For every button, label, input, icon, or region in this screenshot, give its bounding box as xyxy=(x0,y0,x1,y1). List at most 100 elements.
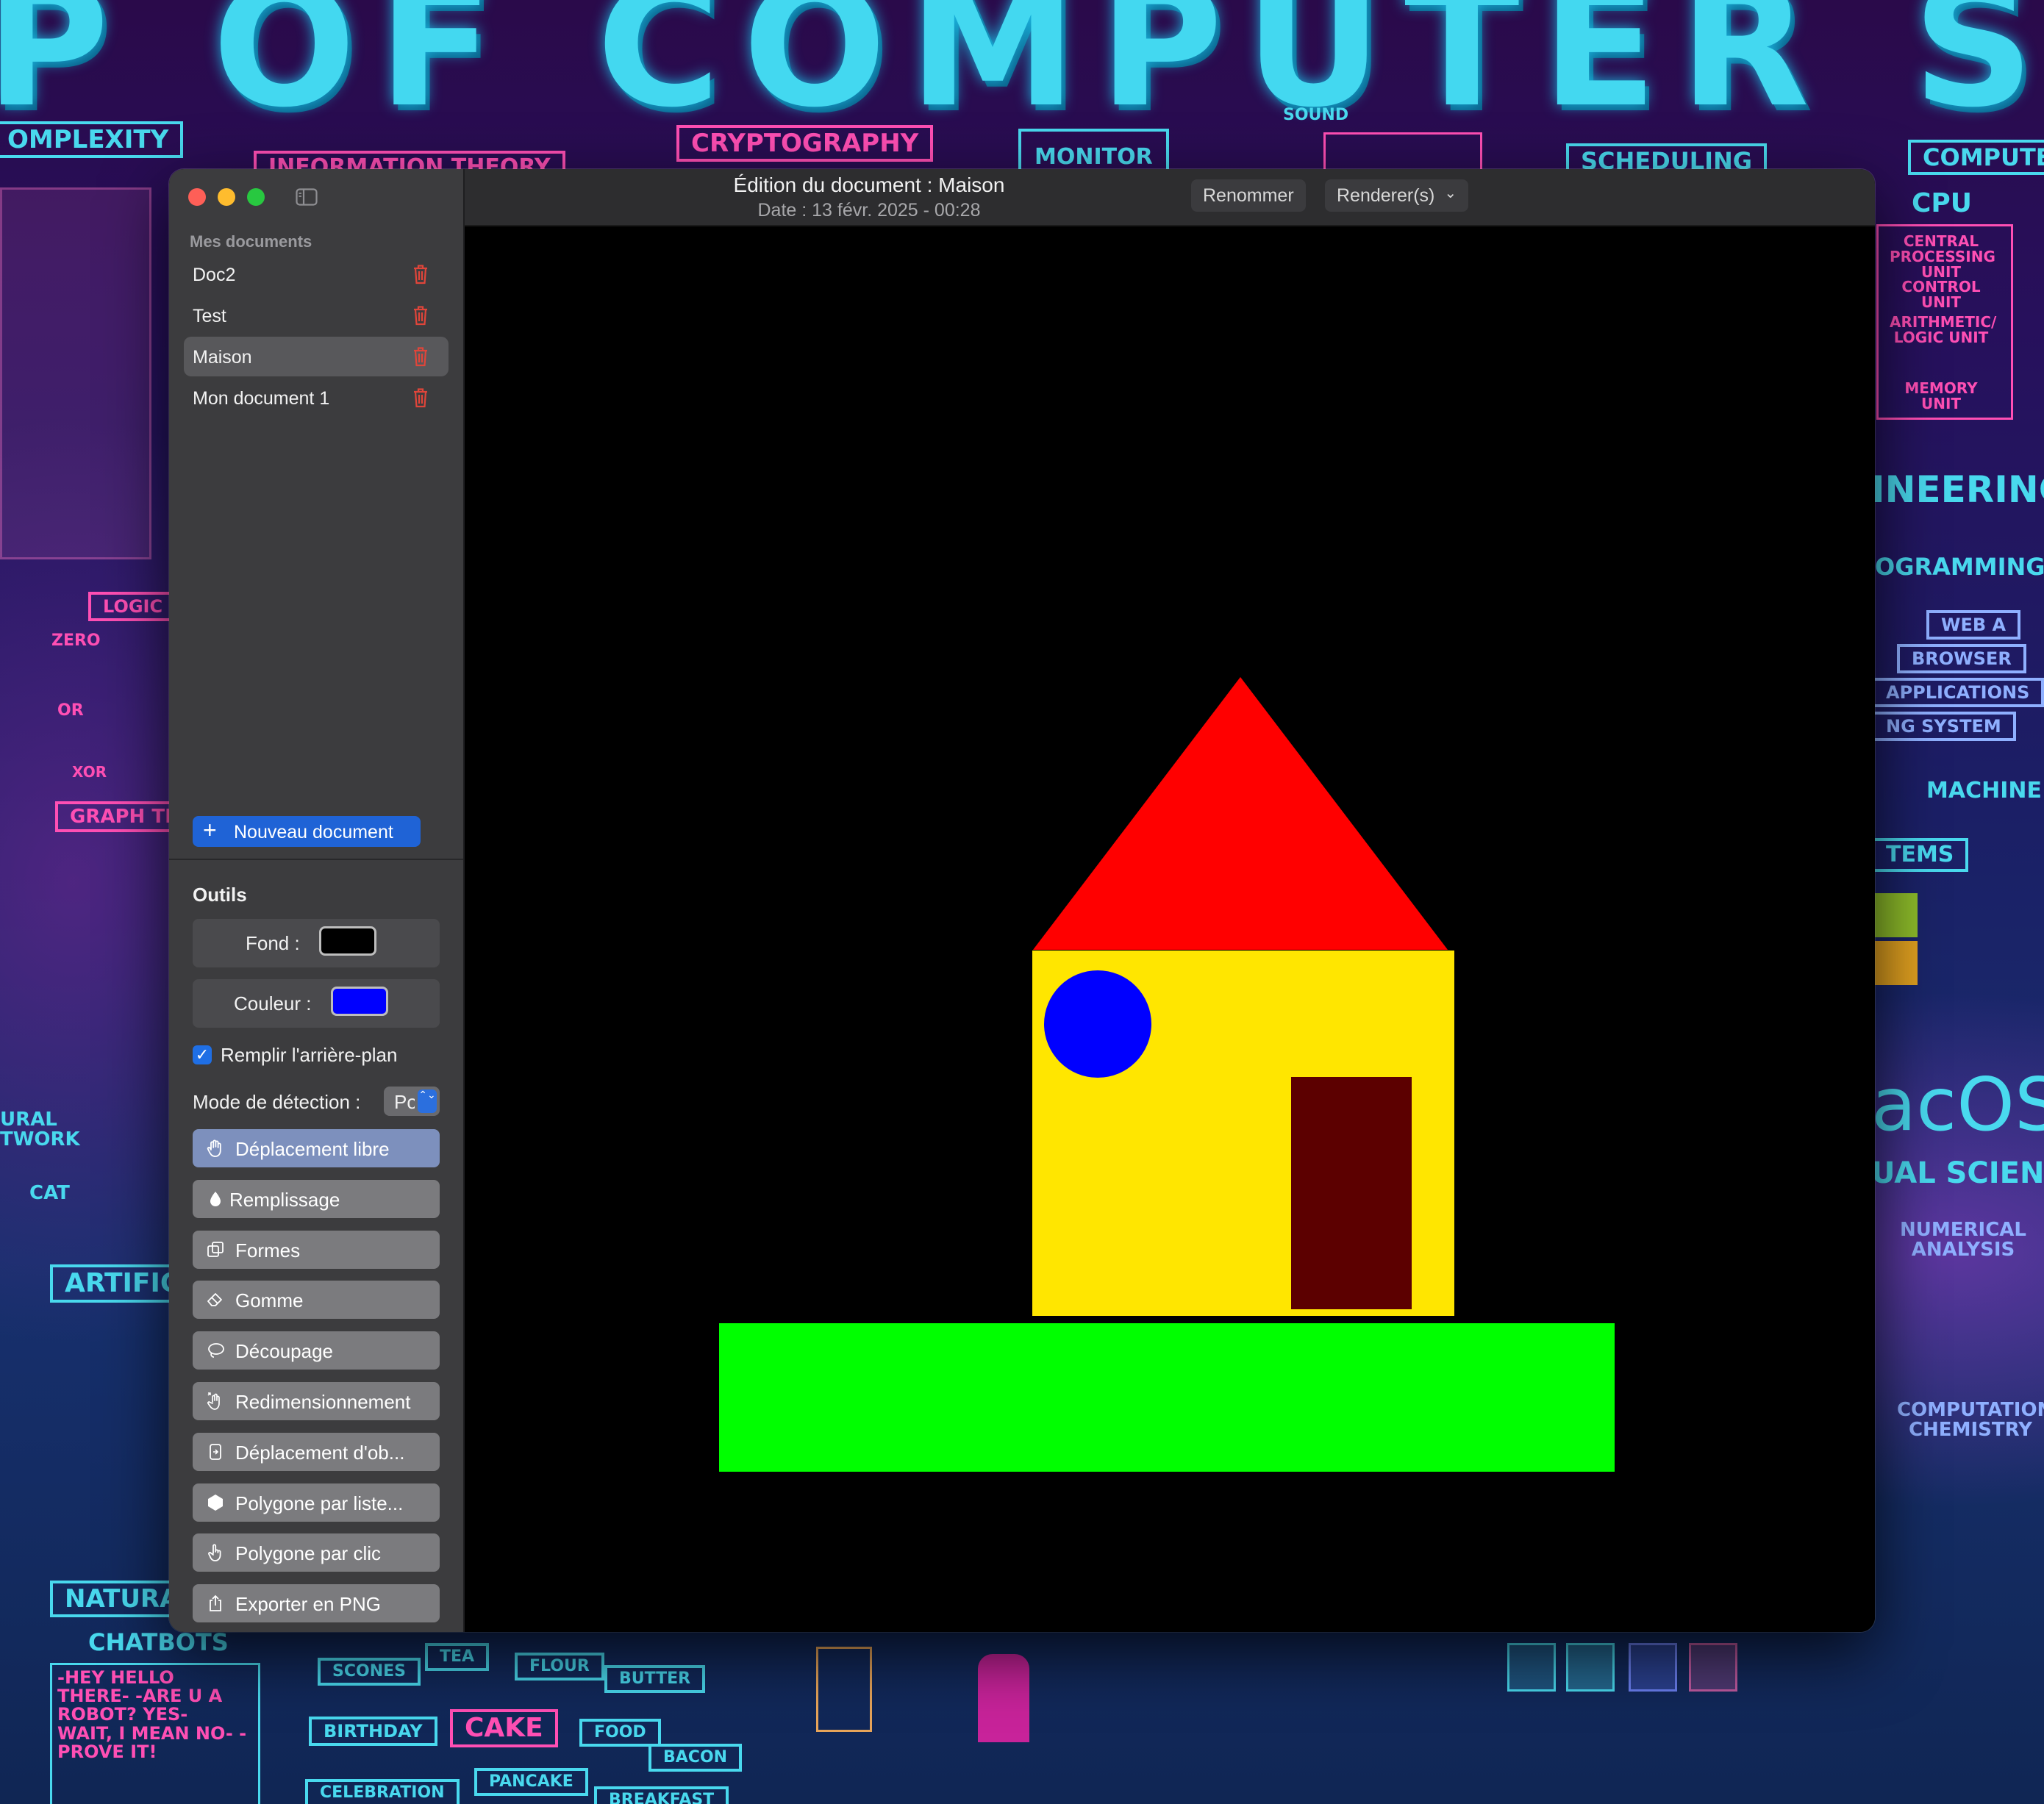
tool-decoupage-button[interactable]: Découpage xyxy=(193,1331,440,1370)
wp-tile-4 xyxy=(1689,1643,1737,1692)
ground-shape[interactable] xyxy=(719,1323,1615,1472)
wp-tile-3 xyxy=(1629,1643,1677,1692)
tool-exporter-png-button[interactable]: Exporter en PNG xyxy=(193,1584,440,1622)
wp-label-tems: TEMS xyxy=(1871,838,1969,872)
wp-label-numerical-analysis: NUMERICAL ANALYSIS xyxy=(1900,1219,2026,1261)
wp-label-pancake: PANCAKE xyxy=(474,1768,588,1796)
tools-section-title: Outils xyxy=(193,884,247,906)
wp-label-breakfast: BREAKFAST xyxy=(594,1786,729,1804)
minimize-window-button[interactable] xyxy=(218,188,235,206)
trash-icon[interactable] xyxy=(412,263,429,285)
wp-label-birthday: BIRTHDAY xyxy=(309,1717,437,1746)
wp-label-compute: COMPUTE xyxy=(1908,140,2044,175)
wp-tile-2 xyxy=(1566,1643,1615,1692)
sidebar-toggle-icon[interactable] xyxy=(296,188,318,206)
wp-label-alu: ARITHMETIC/ LOGIC UNIT xyxy=(1890,313,1997,346)
tool-deplacement-objet-button[interactable]: Déplacement d'ob... xyxy=(193,1433,440,1471)
wp-label-programming: OGRAMMING L xyxy=(1875,553,2044,581)
detection-mode-label: Mode de détection : xyxy=(193,1091,361,1113)
fill-background-row: ✓ Remplir l'arrière-plan xyxy=(193,1042,443,1069)
window-title: Édition du document : Maison xyxy=(733,173,1005,196)
wp-label-web: WEB A xyxy=(1926,610,2021,640)
pointer-hand-icon xyxy=(208,1544,221,1561)
house-door-shape[interactable] xyxy=(1291,1077,1412,1309)
document-row-doc2[interactable]: Doc2 xyxy=(184,254,449,294)
tool-polygone-clic-button[interactable]: Polygone par clic xyxy=(193,1533,440,1572)
new-document-label: Nouveau document xyxy=(234,822,393,842)
sidebar-divider xyxy=(169,859,463,860)
wp-illustration-person xyxy=(978,1654,1029,1742)
drawing-canvas[interactable] xyxy=(465,226,1875,1632)
fill-background-checkbox[interactable]: ✓ xyxy=(193,1045,212,1064)
wp-label-cpu: CPU xyxy=(1912,188,1973,218)
tool-label: Déplacement d'ob... xyxy=(235,1442,405,1464)
tool-gomme-button[interactable]: Gomme xyxy=(193,1281,440,1319)
wp-label-tea: TEA xyxy=(425,1643,490,1671)
color-well[interactable] xyxy=(331,987,388,1016)
renderer-menu-button[interactable]: Renderer(s) ⌄ xyxy=(1325,179,1469,212)
detection-mode-row: Mode de détection : Po ⌃⌄ xyxy=(193,1087,443,1116)
hand-icon xyxy=(207,1139,221,1157)
tool-label: Formes xyxy=(235,1239,301,1261)
trash-icon[interactable] xyxy=(412,387,429,409)
wp-label-machine: MACHINE C xyxy=(1926,778,2044,803)
wp-label-xor: XOR xyxy=(72,763,107,781)
background-color-label: Fond : xyxy=(246,932,300,954)
tool-label: Déplacement libre xyxy=(235,1138,390,1160)
wp-label-macos: acOS xyxy=(1871,1062,2044,1148)
document-name: Mon document 1 xyxy=(193,388,330,409)
plus-icon: + xyxy=(203,817,217,843)
house-window-shape[interactable] xyxy=(1044,970,1151,1078)
new-document-button[interactable]: + Nouveau document xyxy=(193,816,421,847)
tool-formes-button[interactable]: Formes xyxy=(193,1231,440,1269)
wp-label-flour: FLOUR xyxy=(515,1653,604,1680)
wp-label-browser: BROWSER xyxy=(1897,644,2026,673)
wp-label-control-unit: CONTROL UNIT xyxy=(1901,278,1981,311)
tool-label: Remplissage xyxy=(229,1189,340,1211)
document-row-maison[interactable]: Maison xyxy=(184,337,449,376)
tool-polygone-liste-button[interactable]: Polygone par liste... xyxy=(193,1483,440,1522)
rename-button[interactable]: Renommer xyxy=(1191,179,1306,212)
chevron-down-icon: ⌄ xyxy=(1444,185,1457,201)
wp-label-cryptography: CRYPTOGRAPHY xyxy=(676,125,934,162)
tool-label: Redimensionnement xyxy=(235,1391,411,1413)
tool-label: Polygone par liste... xyxy=(235,1492,404,1514)
tool-label: Gomme xyxy=(235,1289,304,1311)
tool-deplacement-libre-button[interactable]: Déplacement libre xyxy=(193,1129,440,1167)
close-window-button[interactable] xyxy=(188,188,206,206)
tool-label: Découpage xyxy=(235,1340,333,1362)
detection-mode-select[interactable]: Po ⌃⌄ xyxy=(384,1087,440,1116)
drop-icon xyxy=(210,1192,221,1206)
wp-label-celebration: CELEBRATION xyxy=(305,1779,460,1804)
app-window: Mes documents Doc2 Test Maison Mon docum… xyxy=(169,169,1875,1632)
wp-windows-logo-yellow xyxy=(1873,941,1918,985)
tool-label: Exporter en PNG xyxy=(235,1593,381,1615)
tool-remplissage-button[interactable]: Remplissage xyxy=(193,1180,440,1218)
move-object-icon xyxy=(210,1444,221,1460)
wp-label-os-system: NG SYSTEM xyxy=(1871,712,2016,741)
wp-label-bacon: BACON xyxy=(648,1744,743,1772)
wp-label-butter: BUTTER xyxy=(604,1665,706,1693)
zoom-window-button[interactable] xyxy=(247,188,265,206)
wp-label-cat: CAT xyxy=(29,1182,70,1204)
wp-windows-logo-green xyxy=(1873,893,1918,937)
wp-tile-1 xyxy=(1507,1643,1556,1692)
document-name: Test xyxy=(193,306,226,326)
trash-icon[interactable] xyxy=(412,304,429,326)
up-down-arrows-icon: ⌃⌄ xyxy=(418,1089,437,1113)
sidebar: Mes documents Doc2 Test Maison Mon docum… xyxy=(169,169,465,1632)
tool-label: Polygone par clic xyxy=(235,1542,381,1564)
wp-label-chatbots: CHATBOTS xyxy=(88,1628,229,1656)
window-subtitle: Date : 13 févr. 2025 - 00:28 xyxy=(757,200,981,221)
tool-redimensionnement-button[interactable]: Redimensionnement xyxy=(193,1382,440,1420)
document-row-test[interactable]: Test xyxy=(184,296,449,335)
wp-label-cpu-unit: CENTRAL PROCESSING UNIT xyxy=(1890,232,1995,281)
wp-label-zero: ZERO xyxy=(51,631,101,650)
wp-label-cake: CAKE xyxy=(450,1709,558,1747)
wp-label-food: FOOD xyxy=(579,1719,661,1747)
document-row-mon-document-1[interactable]: Mon document 1 xyxy=(184,378,449,418)
background-color-well[interactable] xyxy=(319,926,376,956)
wp-label-applications: APPLICATIONS xyxy=(1871,678,2044,707)
wp-chat-lines: -HEY HELLO THERE- -ARE U A ROBOT? YES- W… xyxy=(57,1667,247,1762)
trash-icon[interactable] xyxy=(412,346,429,368)
